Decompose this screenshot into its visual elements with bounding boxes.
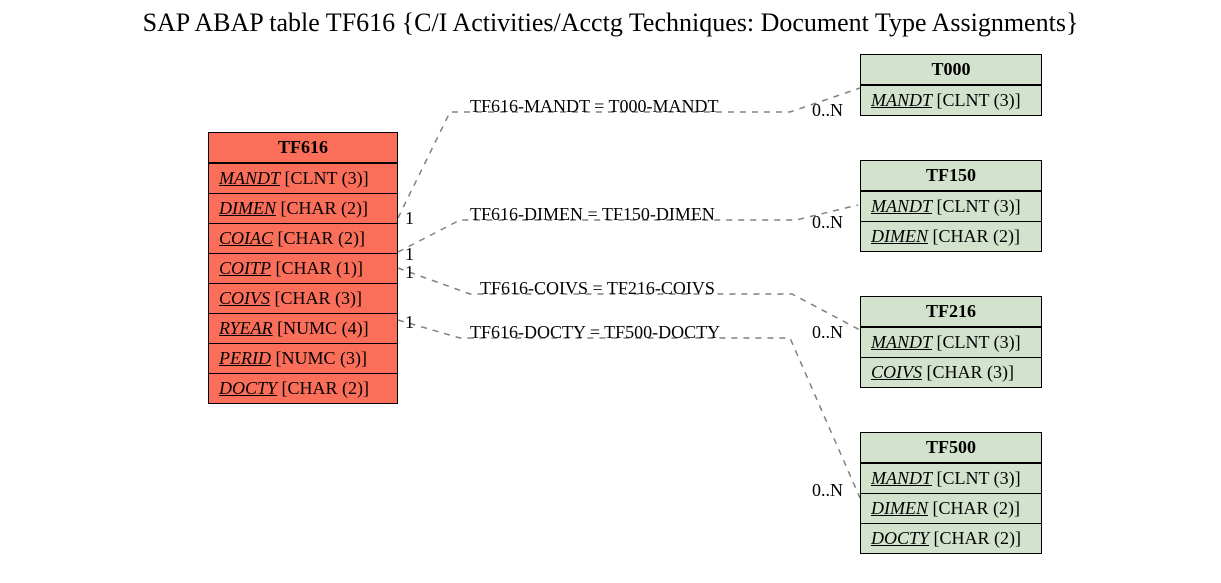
table-tf150: TF150 MANDT [CLNT (3)] DIMEN [CHAR (2)] (860, 160, 1042, 252)
table-row: MANDT [CLNT (3)] (861, 85, 1041, 115)
table-tf500: TF500 MANDT [CLNT (3)] DIMEN [CHAR (2)] … (860, 432, 1042, 554)
table-row: COITP [CHAR (1)] (209, 253, 397, 283)
cardinality-right: 0..N (812, 322, 843, 343)
table-row: DOCTY [CHAR (2)] (209, 373, 397, 403)
table-tf216: TF216 MANDT [CLNT (3)] COIVS [CHAR (3)] (860, 296, 1042, 388)
cardinality-left: 1 (405, 312, 414, 333)
table-header: TF500 (861, 433, 1041, 463)
table-row: MANDT [CLNT (3)] (861, 191, 1041, 221)
table-header: TF216 (861, 297, 1041, 327)
table-header: T000 (861, 55, 1041, 85)
table-row: DOCTY [CHAR (2)] (861, 523, 1041, 553)
table-row: DIMEN [CHAR (2)] (861, 221, 1041, 251)
relation-label: TF616-MANDT = T000-MANDT (470, 96, 718, 117)
table-header: TF150 (861, 161, 1041, 191)
table-row: DIMEN [CHAR (2)] (861, 493, 1041, 523)
relation-label: TF616-DIMEN = TF150-DIMEN (470, 204, 715, 225)
cardinality-right: 0..N (812, 100, 843, 121)
table-row: PERID [NUMC (3)] (209, 343, 397, 373)
table-row: MANDT [CLNT (3)] (209, 163, 397, 193)
cardinality-right: 0..N (812, 480, 843, 501)
relation-label: TF616-COIVS = TF216-COIVS (480, 278, 715, 299)
table-row: COIVS [CHAR (3)] (861, 357, 1041, 387)
cardinality-right: 0..N (812, 212, 843, 233)
table-row: RYEAR [NUMC (4)] (209, 313, 397, 343)
table-row: COIAC [CHAR (2)] (209, 223, 397, 253)
cardinality-left: 1 (405, 262, 414, 283)
table-row: COIVS [CHAR (3)] (209, 283, 397, 313)
table-row: DIMEN [CHAR (2)] (209, 193, 397, 223)
page-title: SAP ABAP table TF616 {C/I Activities/Acc… (0, 8, 1221, 38)
table-header: TF616 (209, 133, 397, 163)
table-t000: T000 MANDT [CLNT (3)] (860, 54, 1042, 116)
table-row: MANDT [CLNT (3)] (861, 327, 1041, 357)
table-row: MANDT [CLNT (3)] (861, 463, 1041, 493)
cardinality-left: 1 (405, 208, 414, 229)
table-tf616: TF616 MANDT [CLNT (3)] DIMEN [CHAR (2)] … (208, 132, 398, 404)
relation-label: TF616-DOCTY = TF500-DOCTY (470, 322, 720, 343)
